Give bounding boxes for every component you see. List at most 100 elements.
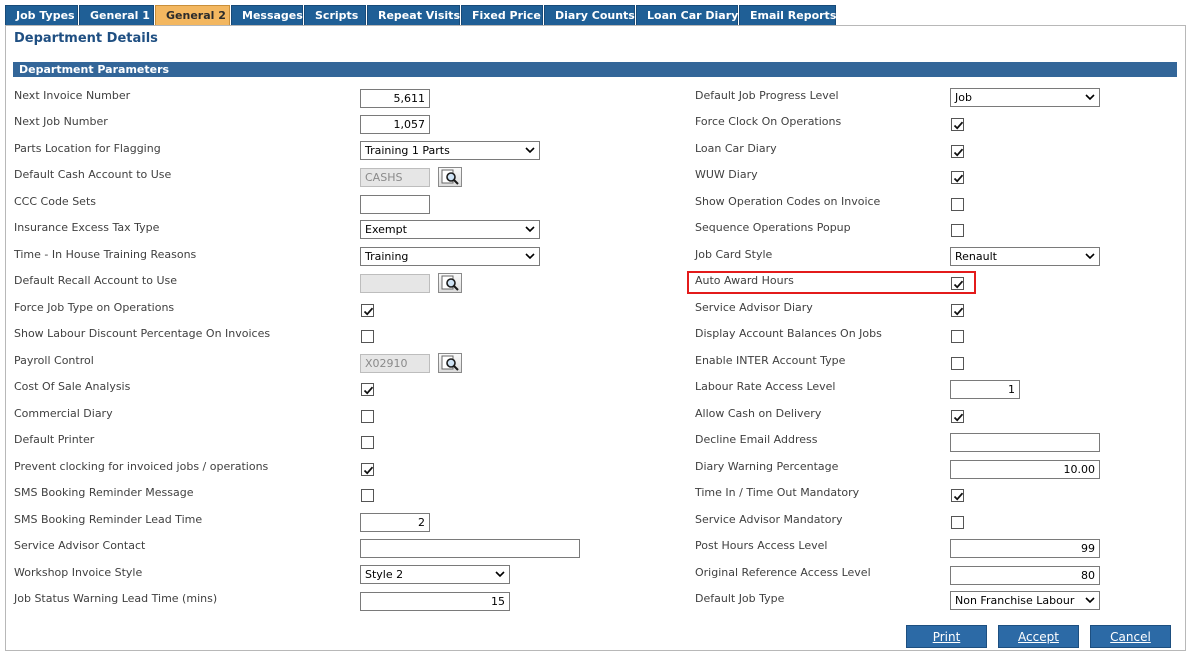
page-title: Department Details (14, 31, 158, 46)
tab-scripts[interactable]: Scripts (304, 5, 366, 25)
label-default-job-type: Default Job Type (695, 592, 785, 605)
search-icon (441, 355, 459, 371)
workshop-invoice-style-select[interactable]: Style 2 (360, 565, 510, 584)
label-default-recall-account: Default Recall Account to Use (14, 274, 178, 287)
force-job-type-checkbox[interactable] (361, 304, 374, 317)
search-icon (441, 275, 459, 291)
payroll-control-lookup-button[interactable] (438, 353, 462, 373)
job-status-warning-field[interactable]: 15 (360, 592, 510, 611)
commercial-diary-checkbox[interactable] (361, 410, 374, 423)
label-ccc-code-sets: CCC Code Sets (14, 195, 96, 208)
label-display-account-balances: Display Account Balances On Jobs (695, 327, 882, 340)
label-insurance-excess-tax: Insurance Excess Tax Type (14, 221, 160, 234)
label-show-operation-codes: Show Operation Codes on Invoice (695, 195, 881, 208)
label-workshop-invoice-style: Workshop Invoice Style (14, 566, 143, 579)
label-loan-car-diary: Loan Car Diary (695, 142, 777, 155)
checkmark-icon (953, 148, 964, 157)
labour-rate-access-field[interactable]: 1 (950, 380, 1020, 399)
sms-reminder-lead-field[interactable]: 2 (360, 513, 430, 532)
insurance-excess-tax-select[interactable]: Exempt (360, 220, 540, 239)
parts-location-value: Training 1 Parts (365, 144, 450, 157)
time-in-out-mandatory-checkbox[interactable] (951, 489, 964, 502)
chevron-down-icon (1085, 94, 1095, 101)
label-next-job-number: Next Job Number (14, 115, 108, 128)
loan-car-diary-checkbox[interactable] (951, 145, 964, 158)
wuw-diary-checkbox[interactable] (951, 171, 964, 184)
tab-email-reports[interactable]: Email Reports (739, 5, 836, 25)
label-service-advisor-mandatory: Service Advisor Mandatory (695, 513, 843, 526)
post-hours-access-field[interactable]: 99 (950, 539, 1100, 558)
default-printer-checkbox[interactable] (361, 436, 374, 449)
diary-warning-percentage-field[interactable]: 10.00 (950, 460, 1100, 479)
recall-account-lookup-button[interactable] (438, 273, 462, 293)
print-button[interactable]: Print (906, 625, 987, 648)
default-cash-account-field: CASHS (360, 168, 430, 187)
original-reference-access-field[interactable]: 80 (950, 566, 1100, 585)
insurance-excess-tax-value: Exempt (365, 223, 407, 236)
display-account-balances-checkbox[interactable] (951, 330, 964, 343)
section-header: Department Parameters (13, 62, 1177, 77)
label-force-job-type: Force Job Type on Operations (14, 301, 175, 314)
show-labour-discount-checkbox[interactable] (361, 330, 374, 343)
cancel-button[interactable]: Cancel (1090, 625, 1171, 648)
label-job-status-warning: Job Status Warning Lead Time (mins) (14, 592, 218, 605)
default-job-type-select[interactable]: Non Franchise Labour (950, 591, 1100, 610)
label-labour-rate-access: Labour Rate Access Level (695, 380, 836, 393)
service-advisor-mandatory-checkbox[interactable] (951, 516, 964, 529)
label-commercial-diary: Commercial Diary (14, 407, 113, 420)
chevron-down-icon (495, 571, 505, 578)
default-job-progress-select[interactable]: Job (950, 88, 1100, 107)
ccc-code-sets-field[interactable] (360, 195, 430, 214)
job-card-style-select[interactable]: Renault (950, 247, 1100, 266)
label-default-cash-account: Default Cash Account to Use (14, 168, 172, 181)
enable-inter-account-checkbox[interactable] (951, 357, 964, 370)
tab-loan-car-diary[interactable]: Loan Car Diary (636, 5, 738, 25)
show-operation-codes-checkbox[interactable] (951, 198, 964, 211)
chevron-down-icon (1085, 253, 1095, 260)
cash-account-lookup-button[interactable] (438, 167, 462, 187)
service-advisor-contact-field[interactable] (360, 539, 580, 558)
tab-strip: Job Types General 1 General 2 Messages S… (5, 5, 837, 25)
allow-cash-on-delivery-checkbox[interactable] (951, 410, 964, 423)
checkmark-icon (953, 121, 964, 130)
in-house-training-value: Training (365, 250, 409, 263)
default-job-type-value: Non Franchise Labour (955, 594, 1075, 607)
tab-fixed-price[interactable]: Fixed Price (461, 5, 543, 25)
tab-messages[interactable]: Messages (231, 5, 303, 25)
next-job-number-field[interactable]: 1,057 (360, 115, 430, 134)
tab-general-2[interactable]: General 2 (155, 5, 230, 25)
label-payroll-control: Payroll Control (14, 354, 94, 367)
label-sms-reminder-lead: SMS Booking Reminder Lead Time (14, 513, 203, 526)
in-house-training-select[interactable]: Training (360, 247, 540, 266)
label-job-card-style: Job Card Style (695, 248, 773, 261)
force-clock-on-checkbox[interactable] (951, 118, 964, 131)
chevron-down-icon (525, 147, 535, 154)
service-advisor-diary-checkbox[interactable] (951, 304, 964, 317)
accept-button[interactable]: Accept (998, 625, 1079, 648)
label-sequence-operations: Sequence Operations Popup (695, 221, 851, 234)
prevent-clocking-checkbox[interactable] (361, 463, 374, 476)
label-default-job-progress: Default Job Progress Level (695, 89, 839, 102)
default-recall-account-field (360, 274, 430, 293)
decline-email-field[interactable] (950, 433, 1100, 452)
label-allow-cash-on-delivery: Allow Cash on Delivery (695, 407, 822, 420)
parts-location-select[interactable]: Training 1 Parts (360, 141, 540, 160)
label-show-labour-discount: Show Labour Discount Percentage On Invoi… (14, 327, 271, 340)
label-next-invoice-number: Next Invoice Number (14, 89, 131, 102)
next-invoice-number-field[interactable]: 5,611 (360, 89, 430, 108)
workshop-invoice-style-value: Style 2 (365, 568, 404, 581)
label-default-printer: Default Printer (14, 433, 95, 446)
tab-job-types[interactable]: Job Types (5, 5, 78, 25)
tab-repeat-visits[interactable]: Repeat Visits (367, 5, 460, 25)
cost-of-sale-checkbox[interactable] (361, 383, 374, 396)
sequence-operations-checkbox[interactable] (951, 224, 964, 237)
sms-reminder-message-checkbox[interactable] (361, 489, 374, 502)
checkmark-icon (953, 413, 964, 422)
label-sms-reminder-message: SMS Booking Reminder Message (14, 486, 194, 499)
tab-diary-counts[interactable]: Diary Counts (544, 5, 635, 25)
payroll-control-field: X02910 (360, 354, 430, 373)
label-service-advisor-contact: Service Advisor Contact (14, 539, 146, 552)
checkmark-icon (953, 307, 964, 316)
checkmark-icon (363, 307, 374, 316)
tab-general-1[interactable]: General 1 (79, 5, 154, 25)
